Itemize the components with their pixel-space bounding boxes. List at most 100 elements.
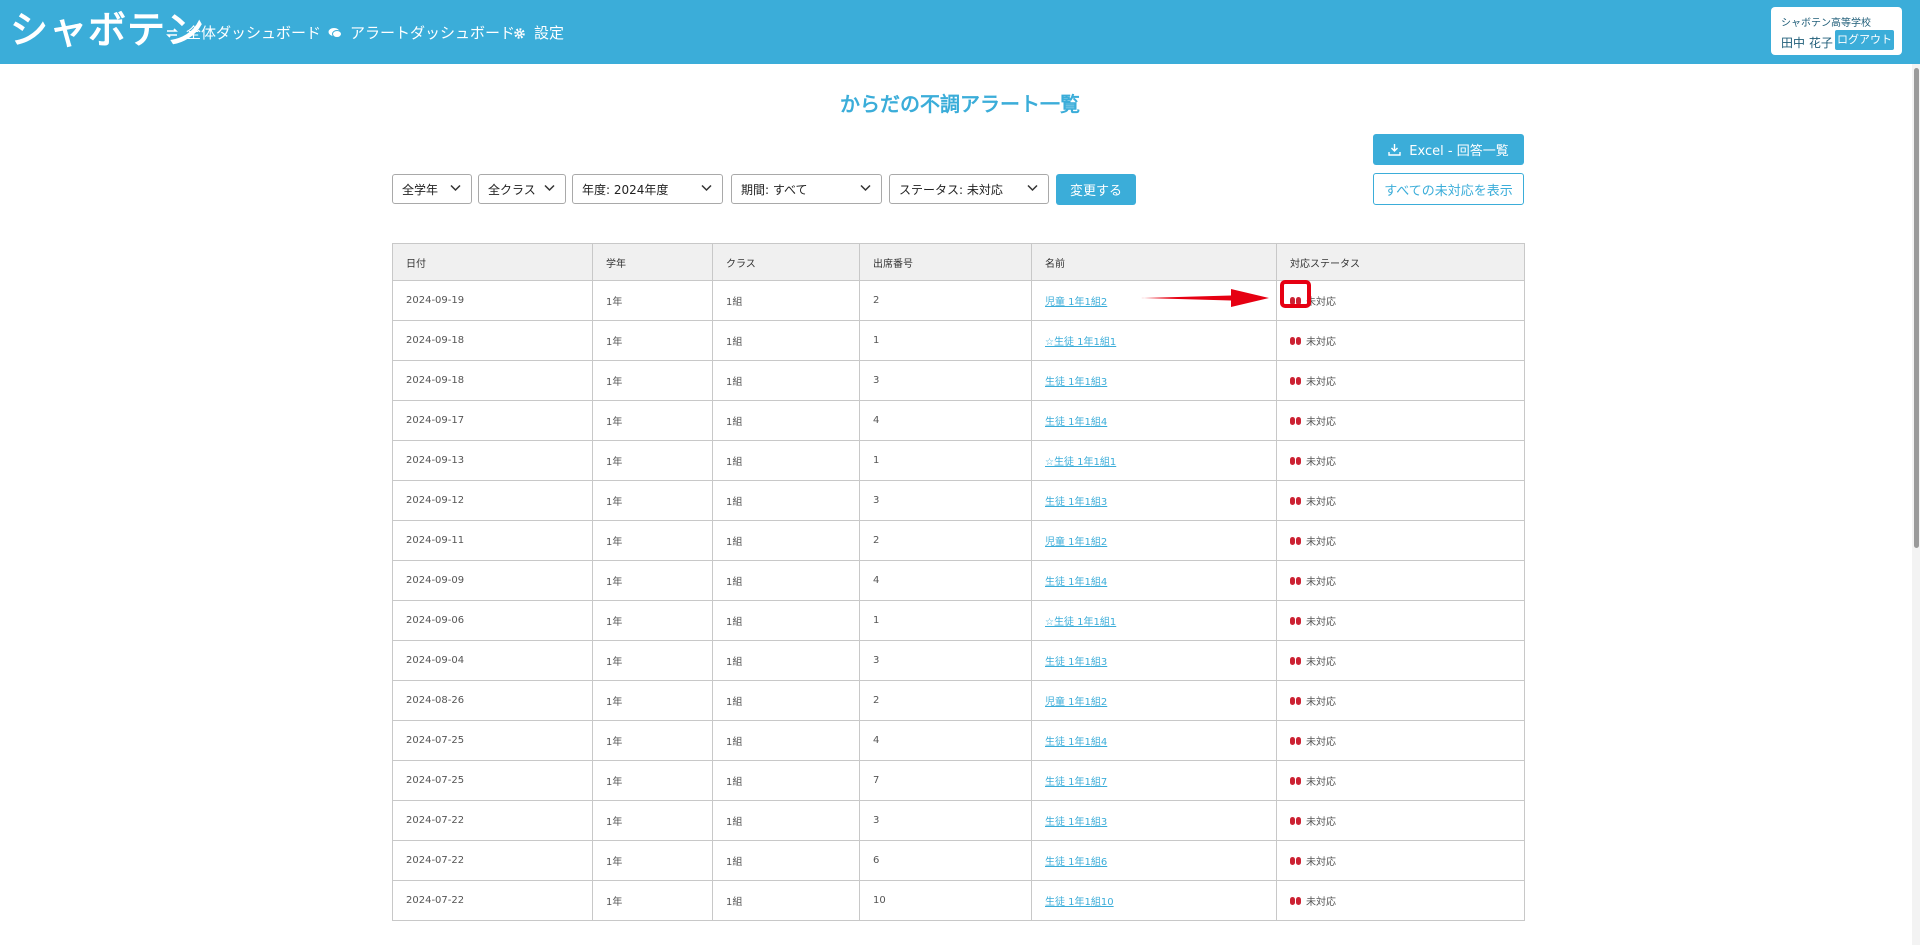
unresolved-badge-icon[interactable] [1290, 736, 1301, 745]
year-select[interactable]: 年度: 2024年度 [572, 174, 723, 204]
unresolved-badge-icon[interactable] [1290, 336, 1301, 345]
status-cell-content: 未対応 [1290, 813, 1524, 828]
unresolved-badge-icon[interactable] [1290, 576, 1301, 585]
cell-attendance-number: 4 [859, 720, 1032, 761]
cell-class: 1組 [712, 440, 860, 481]
status-cell-content: 未対応 [1290, 693, 1524, 708]
header-class: クラス [712, 243, 860, 281]
student-name-link[interactable]: ☆生徒 1年1組1 [1045, 617, 1116, 628]
cell-class: 1組 [712, 320, 860, 361]
cell-status: 未対応 [1276, 320, 1525, 361]
cell-date: 2024-09-12 [392, 480, 593, 521]
student-name-link[interactable]: 生徒 1年1組4 [1045, 417, 1107, 428]
page-title: からだの不調アラート一覧 [840, 92, 1080, 116]
cell-class: 1組 [712, 640, 860, 681]
student-name-link[interactable]: 生徒 1年1組4 [1045, 737, 1107, 748]
cell-date: 2024-08-26 [392, 680, 593, 721]
unresolved-badge-icon[interactable] [1290, 776, 1301, 785]
cell-status: 未対応 [1276, 880, 1525, 921]
cell-status: 未対応 [1276, 600, 1525, 641]
student-name-link[interactable]: 生徒 1年1組4 [1045, 577, 1107, 588]
table-header-row: 日付 学年 クラス 出席番号 名前 対応ステータス [392, 243, 1525, 281]
cell-grade: 1年 [592, 400, 713, 441]
cell-name: 児童 1年1組2 [1031, 680, 1277, 721]
status-cell-content: 未対応 [1290, 413, 1524, 428]
status-label: 未対応 [1306, 577, 1336, 588]
period-select[interactable]: 期間: すべて [731, 174, 882, 204]
cell-grade: 1年 [592, 680, 713, 721]
chevron-down-icon [860, 184, 871, 192]
unresolved-badge-icon[interactable] [1290, 616, 1301, 625]
student-name-link[interactable]: 生徒 1年1組6 [1045, 857, 1107, 868]
grade-select[interactable]: 全学年 [392, 174, 472, 204]
cell-attendance-number: 2 [859, 520, 1032, 561]
student-name-link[interactable]: 生徒 1年1組3 [1045, 657, 1107, 668]
header-grade: 学年 [592, 243, 713, 281]
period-select-value: 期間: すべて [741, 182, 808, 197]
show-all-unresolved-button[interactable]: すべての未対応を表示 [1373, 173, 1524, 205]
student-name-link[interactable]: 児童 1年1組2 [1045, 697, 1107, 708]
student-name-link[interactable]: 児童 1年1組2 [1045, 537, 1107, 548]
top-header: シャボテン 全体ダッシュボード アラートダッシュボード 設定 シャボテン高等学校… [0, 0, 1920, 64]
cell-class: 1組 [712, 880, 860, 921]
student-name-link[interactable]: 生徒 1年1組10 [1045, 897, 1114, 908]
class-select[interactable]: 全クラス [478, 174, 566, 204]
cell-date: 2024-09-19 [392, 280, 593, 321]
status-select[interactable]: ステータス: 未対応 [889, 174, 1049, 204]
cell-name: 生徒 1年1組6 [1031, 840, 1277, 881]
logout-button[interactable]: ログアウト [1835, 30, 1894, 50]
status-cell-content: 未対応 [1290, 893, 1524, 908]
table-row: 2024-07-22 1年 1組 6 生徒 1年1組6 未対応 [392, 840, 1525, 881]
unresolved-badge-icon[interactable] [1290, 656, 1301, 665]
status-label: 未対応 [1306, 777, 1336, 788]
cell-grade: 1年 [592, 880, 713, 921]
status-cell-content: 未対応 [1290, 493, 1524, 508]
cell-grade: 1年 [592, 520, 713, 561]
status-cell-content: 未対応 [1290, 853, 1524, 868]
student-name-link[interactable]: 生徒 1年1組7 [1045, 777, 1107, 788]
cell-status: 未対応 [1276, 640, 1525, 681]
table-row: 2024-07-25 1年 1組 7 生徒 1年1組7 未対応 [392, 760, 1525, 801]
table-row: 2024-09-04 1年 1組 3 生徒 1年1組3 未対応 [392, 640, 1525, 681]
excel-download-button[interactable]: Excel - 回答一覧 [1373, 134, 1524, 165]
nav-settings[interactable]: 設定 [513, 24, 564, 42]
apply-filters-button[interactable]: 変更する [1056, 174, 1136, 205]
student-name-link[interactable]: 生徒 1年1組3 [1045, 817, 1107, 828]
cell-attendance-number: 3 [859, 480, 1032, 521]
student-name-link[interactable]: ☆生徒 1年1組1 [1045, 337, 1116, 348]
table-row: 2024-08-26 1年 1組 2 児童 1年1組2 未対応 [392, 680, 1525, 721]
table-row: 2024-07-22 1年 1組 3 生徒 1年1組3 未対応 [392, 800, 1525, 841]
scrollbar-thumb[interactable] [1914, 68, 1919, 548]
status-cell-content: 未対応 [1290, 573, 1524, 588]
unresolved-badge-icon[interactable] [1290, 376, 1301, 385]
nav-alert-dashboard[interactable]: アラートダッシュボード [328, 24, 515, 42]
cell-attendance-number: 4 [859, 560, 1032, 601]
cell-name: 生徒 1年1組4 [1031, 400, 1277, 441]
nav-overall-dashboard[interactable]: 全体ダッシュボード [166, 24, 321, 42]
chevron-down-icon [544, 184, 555, 192]
student-name-link[interactable]: ☆生徒 1年1組1 [1045, 457, 1116, 468]
student-name-link[interactable]: 児童 1年1組2 [1045, 297, 1107, 308]
status-label: 未対応 [1306, 377, 1336, 388]
unresolved-badge-icon[interactable] [1290, 536, 1301, 545]
unresolved-badge-icon[interactable] [1290, 416, 1301, 425]
unresolved-badge-icon[interactable] [1290, 456, 1301, 465]
unresolved-badge-icon[interactable] [1290, 856, 1301, 865]
cell-date: 2024-09-17 [392, 400, 593, 441]
year-select-value: 年度: 2024年度 [582, 182, 669, 197]
table-row: 2024-09-09 1年 1組 4 生徒 1年1組4 未対応 [392, 560, 1525, 601]
cell-status: 未対応 [1276, 280, 1525, 321]
table-row: 2024-07-22 1年 1組 10 生徒 1年1組10 未対応 [392, 880, 1525, 921]
unresolved-badge-icon[interactable] [1290, 816, 1301, 825]
cell-class: 1組 [712, 480, 860, 521]
cell-grade: 1年 [592, 760, 713, 801]
status-label: 未対応 [1306, 817, 1336, 828]
student-name-link[interactable]: 生徒 1年1組3 [1045, 497, 1107, 508]
table-row: 2024-09-17 1年 1組 4 生徒 1年1組4 未対応 [392, 400, 1525, 441]
student-name-link[interactable]: 生徒 1年1組3 [1045, 377, 1107, 388]
unresolved-badge-icon[interactable] [1290, 496, 1301, 505]
unresolved-badge-icon[interactable] [1290, 896, 1301, 905]
unresolved-badge-icon[interactable] [1290, 696, 1301, 705]
excel-download-label: Excel - 回答一覧 [1409, 144, 1509, 159]
status-select-value: ステータス: 未対応 [899, 182, 1003, 197]
